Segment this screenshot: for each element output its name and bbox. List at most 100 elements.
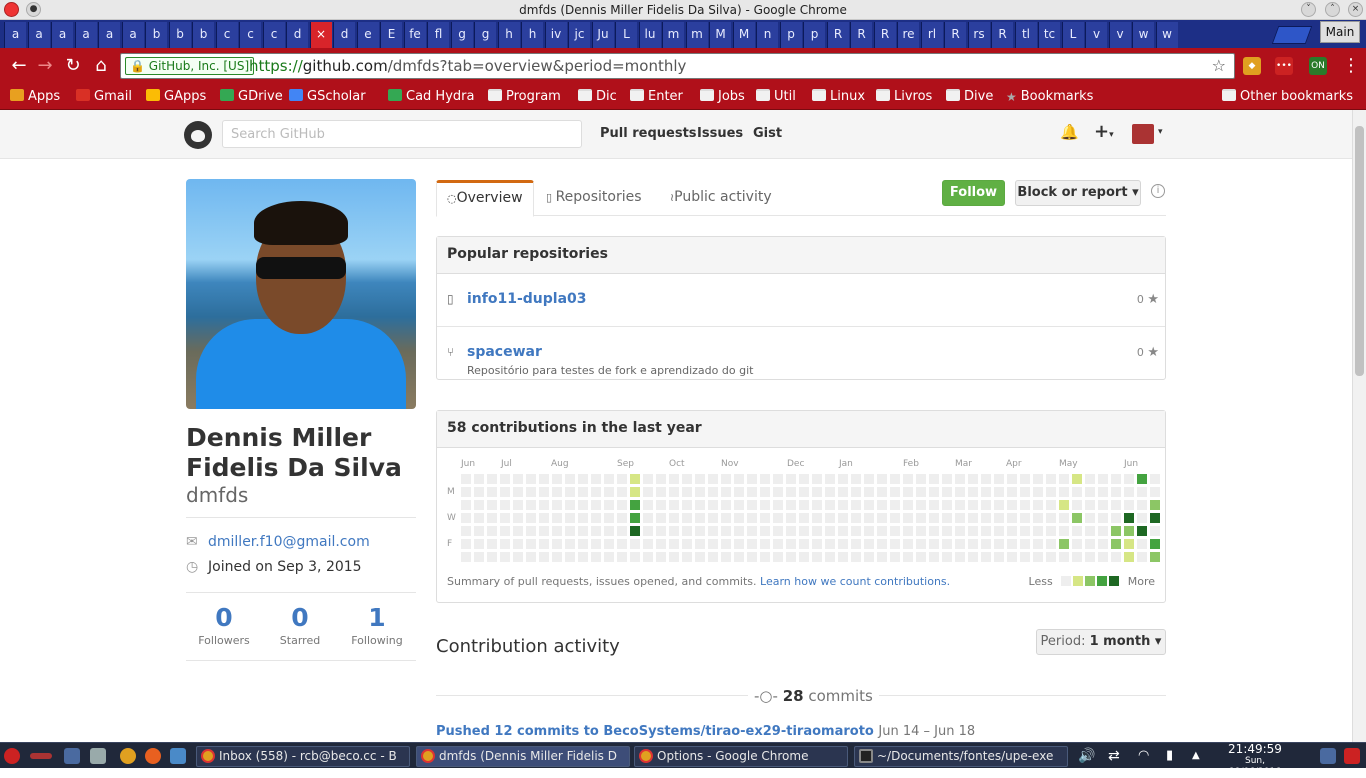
contribution-day[interactable]: [825, 552, 835, 562]
tab-repositories[interactable]: ▯ Repositories: [536, 180, 652, 217]
contribution-day[interactable]: [1072, 487, 1082, 497]
contribution-day[interactable]: [968, 513, 978, 523]
contribution-day[interactable]: [474, 513, 484, 523]
contribution-day[interactable]: [539, 487, 549, 497]
contribution-day[interactable]: [1137, 526, 1147, 536]
notifications-bell-icon[interactable]: 🔔: [1060, 123, 1079, 141]
contribution-day[interactable]: [1098, 487, 1108, 497]
task-github[interactable]: dmfds (Dennis Miller Fidelis D: [416, 746, 630, 767]
contribution-day[interactable]: [864, 513, 874, 523]
contribution-day[interactable]: [1046, 552, 1056, 562]
contribution-day[interactable]: [929, 487, 939, 497]
contribution-day[interactable]: [747, 474, 757, 484]
other-bookmarks[interactable]: Other bookmarks: [1222, 87, 1353, 107]
contribution-day[interactable]: [877, 487, 887, 497]
browser-tab[interactable]: b: [145, 22, 167, 48]
contribution-day[interactable]: [955, 526, 965, 536]
contribution-day[interactable]: [825, 526, 835, 536]
contribution-day[interactable]: [773, 487, 783, 497]
task-inbox[interactable]: Inbox (558) - rcb@beco.cc - B: [196, 746, 410, 767]
contribution-day[interactable]: [721, 487, 731, 497]
contribution-day[interactable]: [890, 526, 900, 536]
contribution-day[interactable]: [890, 513, 900, 523]
contribution-day[interactable]: [591, 539, 601, 549]
home-button[interactable]: ⌂: [90, 55, 112, 77]
contribution-day[interactable]: [552, 539, 562, 549]
contribution-day[interactable]: [825, 500, 835, 510]
contribution-day[interactable]: [578, 500, 588, 510]
browser-tab[interactable]: e: [356, 22, 379, 48]
contribution-day[interactable]: [1059, 552, 1069, 562]
browser-tab[interactable]: g: [450, 22, 473, 48]
contribution-day[interactable]: [669, 526, 679, 536]
contribution-day[interactable]: [981, 513, 991, 523]
contribution-day[interactable]: [604, 500, 614, 510]
contribution-day[interactable]: [461, 513, 471, 523]
contribution-day[interactable]: [1046, 474, 1056, 484]
contribution-day[interactable]: [1085, 513, 1095, 523]
contribution-day[interactable]: [851, 500, 861, 510]
contribution-day[interactable]: [1124, 539, 1134, 549]
back-button[interactable]: ←: [8, 55, 30, 77]
browser-tab[interactable]: R: [991, 22, 1013, 48]
contribution-day[interactable]: [851, 539, 861, 549]
contribution-day[interactable]: [669, 539, 679, 549]
contribution-day[interactable]: [695, 474, 705, 484]
contribution-day[interactable]: [1150, 526, 1160, 536]
contribution-day[interactable]: [1059, 500, 1069, 510]
contribution-day[interactable]: [851, 526, 861, 536]
browser-tab[interactable]: v: [1085, 22, 1107, 48]
stat-followers[interactable]: 0 Followers: [186, 604, 262, 648]
contribution-day[interactable]: [1020, 539, 1030, 549]
contribution-day[interactable]: [942, 513, 952, 523]
contribution-day[interactable]: [656, 539, 666, 549]
contribution-day[interactable]: [617, 526, 627, 536]
contribution-day[interactable]: [838, 526, 848, 536]
contribution-day[interactable]: [955, 487, 965, 497]
contribution-day[interactable]: [526, 500, 536, 510]
contribution-day[interactable]: [1137, 474, 1147, 484]
contribution-day[interactable]: [526, 526, 536, 536]
contribution-day[interactable]: [630, 526, 640, 536]
contribution-day[interactable]: [994, 500, 1004, 510]
contribution-day[interactable]: [942, 539, 952, 549]
close-window-button[interactable]: ×: [1348, 2, 1363, 17]
contribution-day[interactable]: [1150, 487, 1160, 497]
browser-tab[interactable]: R: [826, 22, 849, 48]
reload-button[interactable]: ↻: [62, 55, 84, 77]
contribution-day[interactable]: [708, 474, 718, 484]
contribution-day[interactable]: [526, 539, 536, 549]
menu-icon[interactable]: ⋮: [1340, 55, 1362, 77]
browser-tab[interactable]: a: [98, 22, 120, 48]
contribution-day[interactable]: [877, 513, 887, 523]
browser-tab[interactable]: d: [333, 22, 355, 48]
contribution-day[interactable]: [877, 474, 887, 484]
contribution-day[interactable]: [643, 500, 653, 510]
contribution-day[interactable]: [838, 500, 848, 510]
contribution-day[interactable]: [786, 474, 796, 484]
contribution-day[interactable]: [877, 526, 887, 536]
contribution-day[interactable]: [708, 526, 718, 536]
contribution-day[interactable]: [578, 513, 588, 523]
contribution-day[interactable]: [1085, 500, 1095, 510]
power-icon[interactable]: [1344, 748, 1360, 764]
contribution-day[interactable]: [1111, 526, 1121, 536]
contribution-day[interactable]: [773, 526, 783, 536]
contribution-day[interactable]: [903, 500, 913, 510]
contribution-day[interactable]: [942, 474, 952, 484]
contribution-day[interactable]: [513, 474, 523, 484]
contribution-day[interactable]: [643, 513, 653, 523]
contribution-day[interactable]: [903, 526, 913, 536]
contribution-day[interactable]: [1085, 487, 1095, 497]
contribution-day[interactable]: [864, 552, 874, 562]
contribution-day[interactable]: [734, 552, 744, 562]
contribution-day[interactable]: [682, 513, 692, 523]
bookmark-gscholar[interactable]: GScholar: [289, 87, 366, 107]
contribution-day[interactable]: [1020, 552, 1030, 562]
url-text[interactable]: https://github.com/dmfds?tab=overview&pe…: [249, 57, 686, 75]
contribution-day[interactable]: [474, 500, 484, 510]
contribution-day[interactable]: [734, 513, 744, 523]
contribution-day[interactable]: [812, 539, 822, 549]
contribution-day[interactable]: [1137, 552, 1147, 562]
contribution-day[interactable]: [1072, 552, 1082, 562]
